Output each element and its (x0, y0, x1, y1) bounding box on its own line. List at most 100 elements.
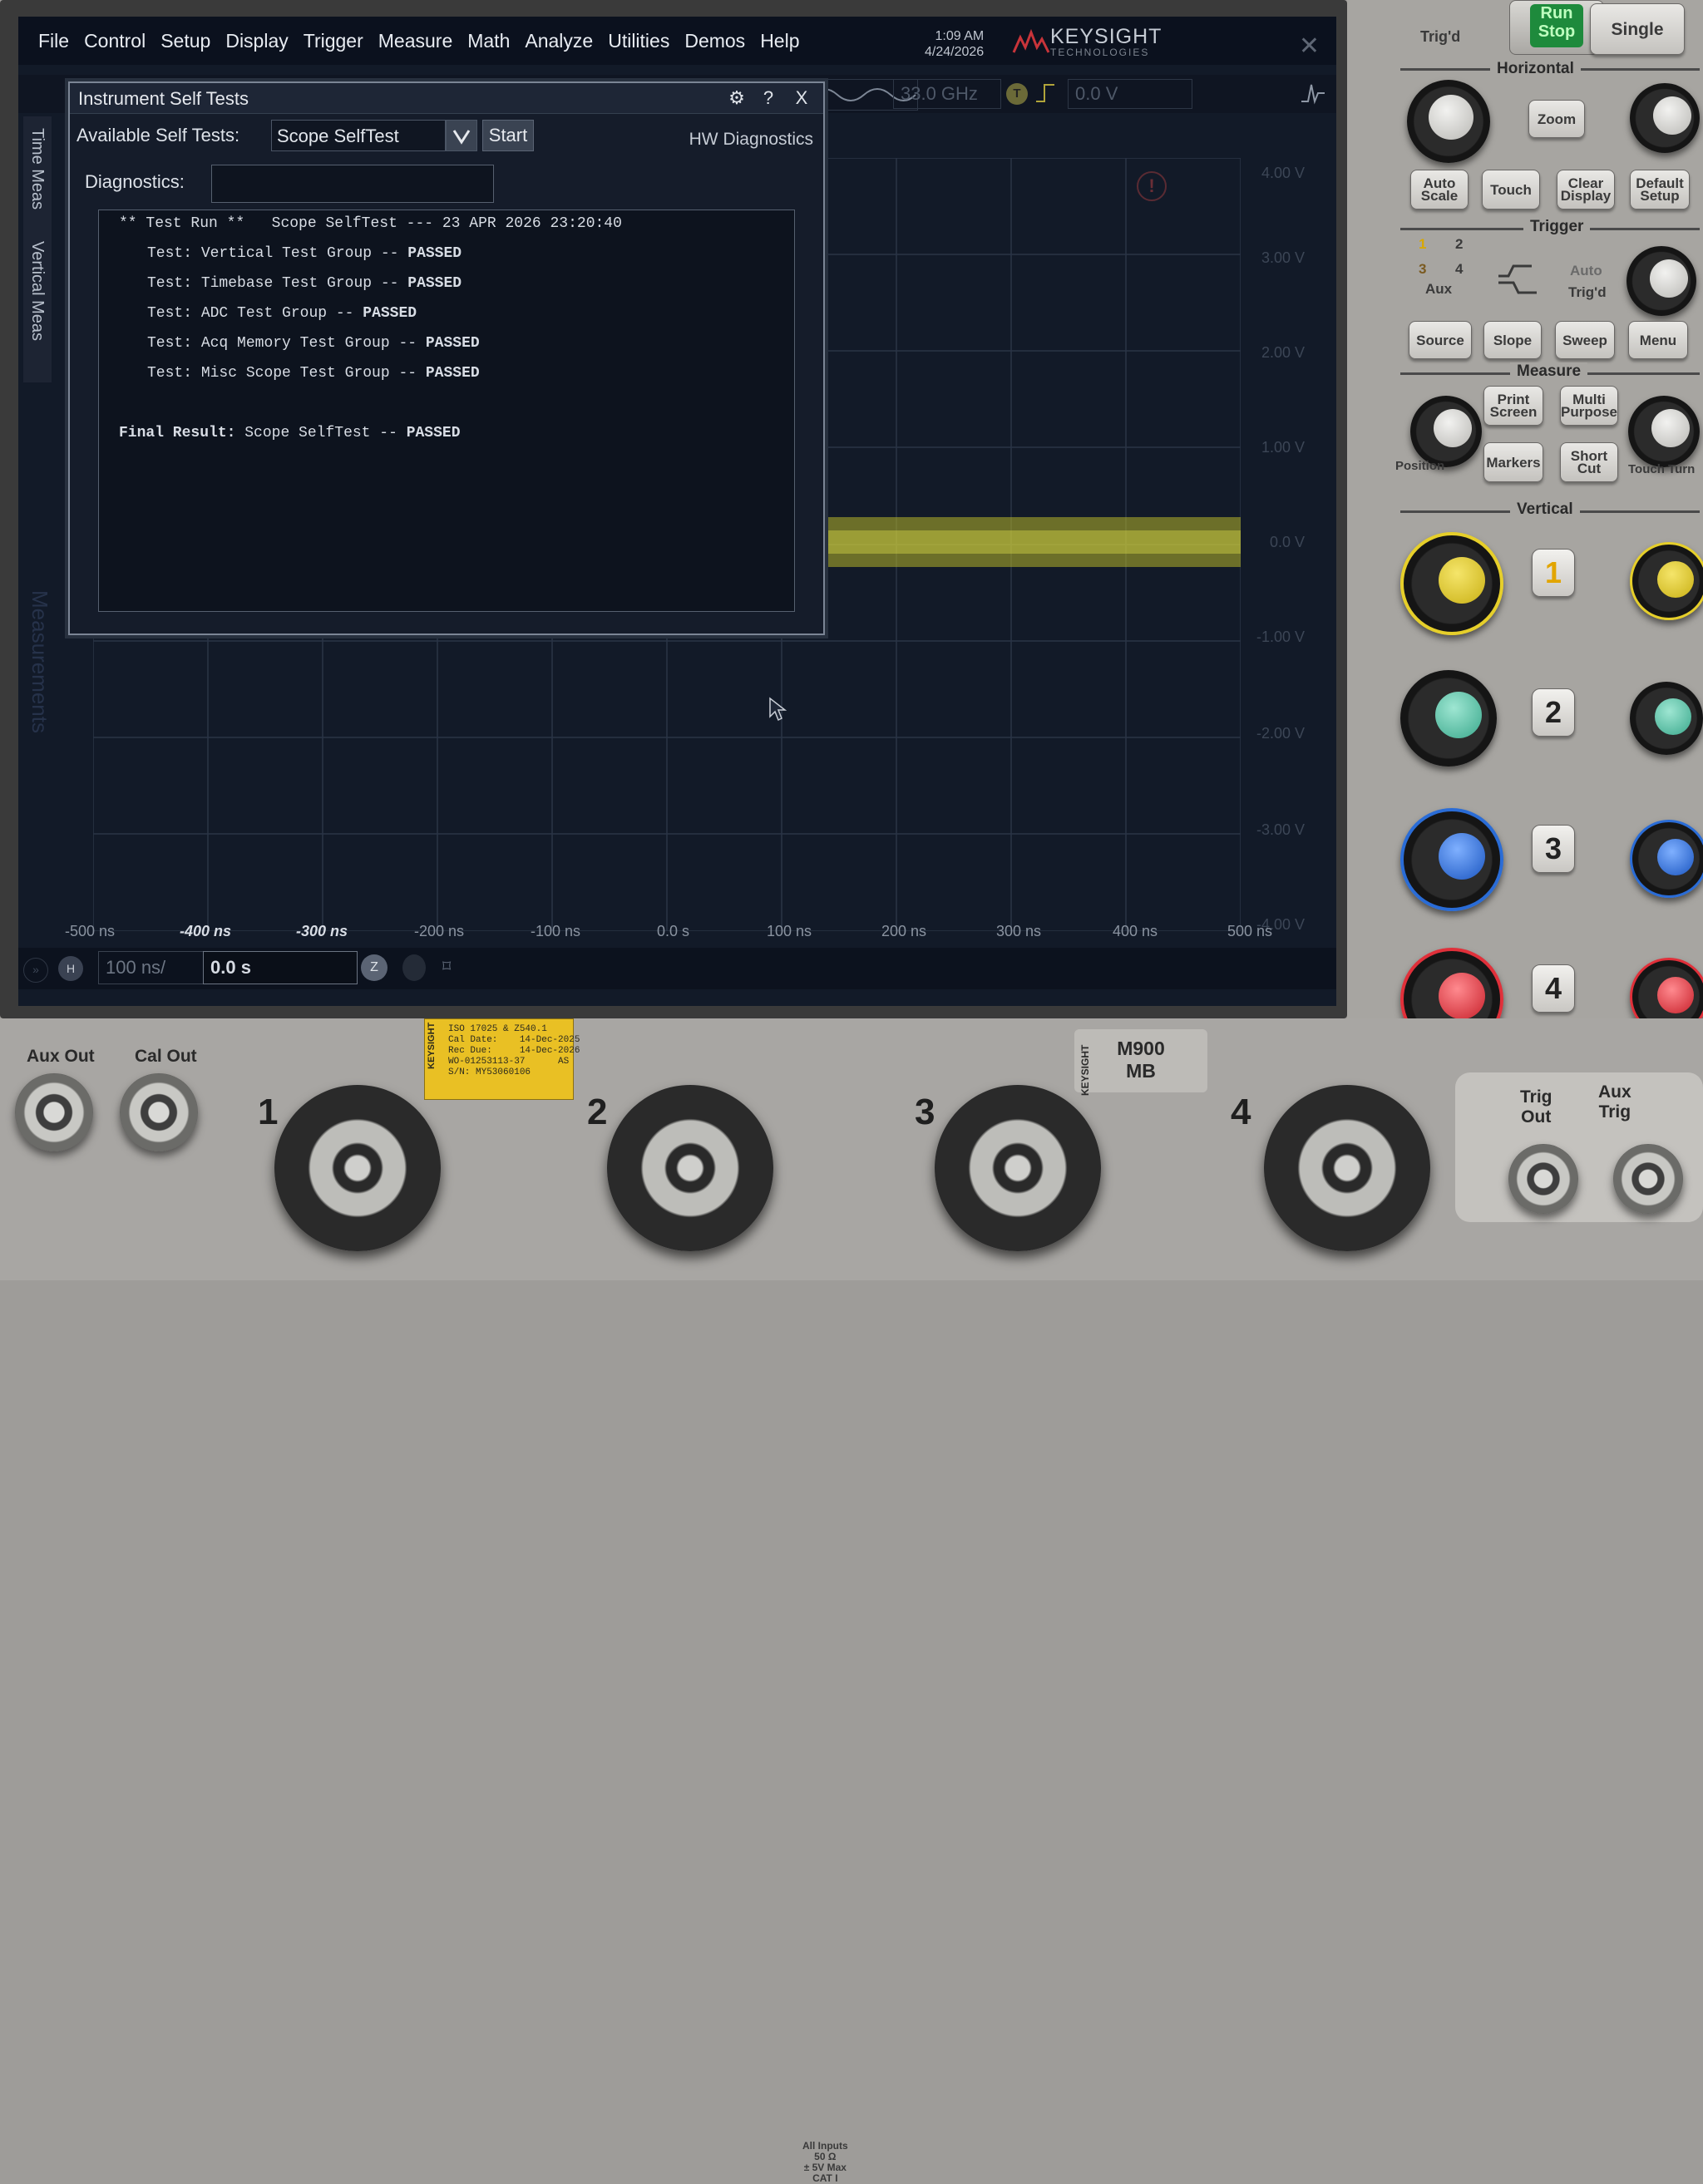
alert-icon[interactable]: ! (1137, 171, 1167, 201)
trig-out-connector[interactable] (1508, 1144, 1578, 1214)
diagnostics-label: Diagnostics: (85, 171, 185, 192)
channel-1-input-connector[interactable] (274, 1085, 441, 1251)
channel-3-input-label: 3 (915, 1092, 935, 1132)
touch-turn-knob[interactable] (1628, 396, 1700, 467)
clear-display-button[interactable]: Clear Display (1557, 170, 1615, 210)
knob-cap (1434, 409, 1472, 447)
source-button[interactable]: Source (1409, 321, 1472, 359)
channel-2-button[interactable]: 2 (1532, 688, 1575, 737)
self-test-select[interactable]: Scope SelfTest (271, 120, 446, 151)
time-position-field[interactable]: 0.0 s (203, 951, 358, 984)
position-knob[interactable] (1410, 396, 1482, 467)
measurements-tab[interactable]: Measurements (27, 590, 52, 733)
test-log: ** Test Run ** Scope SelfTest --- 23 APR… (98, 210, 795, 612)
log-header: ** Test Run ** Scope SelfTest --- 23 APR… (119, 215, 622, 232)
cal-out-connector[interactable] (120, 1073, 198, 1151)
channel-3-button[interactable]: 3 (1532, 825, 1575, 873)
channel-1-offset-knob[interactable] (1630, 542, 1703, 620)
y-label: -2.00 V (1256, 725, 1305, 742)
channel-3-offset-knob[interactable] (1630, 820, 1703, 898)
touch-button[interactable]: Touch (1482, 170, 1540, 210)
menu-file[interactable]: File (38, 30, 69, 52)
aux-trig-connector[interactable] (1613, 1144, 1683, 1214)
hw-diagnostics-link[interactable]: HW Diagnostics (689, 130, 813, 150)
close-icon[interactable]: ✕ (1299, 32, 1320, 61)
rising-edge-icon[interactable] (1034, 81, 1056, 105)
menu-utilities[interactable]: Utilities (608, 30, 669, 52)
menu-demos[interactable]: Demos (684, 30, 745, 52)
menu-measure[interactable]: Measure (378, 30, 452, 52)
aux-out-connector[interactable] (15, 1073, 93, 1151)
slope-button[interactable]: Slope (1483, 321, 1542, 359)
start-button[interactable]: Start (482, 120, 534, 151)
channel-2-offset-knob[interactable] (1630, 682, 1703, 755)
aux-label: Aux (1425, 281, 1453, 297)
chevron-down-icon[interactable] (446, 120, 477, 151)
front-panel: Trig'd Run Stop Single Horizontal Zoom A… (1347, 0, 1703, 1072)
x-label: -100 ns (531, 923, 581, 939)
tab-vertical-meas[interactable]: Vertical Meas (27, 241, 47, 341)
x-label: -200 ns (414, 923, 465, 939)
close-button[interactable]: X (790, 87, 813, 109)
x-label: -300 ns (296, 923, 348, 939)
horizontal-position-knob[interactable] (1630, 83, 1700, 153)
menu-setup[interactable]: Setup (160, 30, 210, 52)
trigger-level-readout[interactable]: 0.0 V (1068, 79, 1192, 109)
zoom-icon[interactable]: Z (361, 954, 387, 981)
markers-button[interactable]: Markers (1483, 442, 1543, 482)
y-label: -3.00 V (1256, 821, 1305, 838)
menu-button[interactable]: Menu (1628, 321, 1688, 359)
brand-sub: TECHNOLOGIES (1050, 47, 1150, 58)
print-screen-button[interactable]: Print Screen (1483, 386, 1543, 426)
trigger-edge-icon (1498, 264, 1537, 294)
dialog-titlebar: Instrument Self Tests ⚙ ? X (70, 83, 823, 114)
help-button[interactable]: ? (757, 87, 780, 109)
multi-purpose-button[interactable]: Multi Purpose (1560, 386, 1618, 426)
x-label: 200 ns (881, 923, 927, 939)
cal-out-label: Cal Out (135, 1047, 197, 1066)
single-button[interactable]: Single (1590, 3, 1685, 55)
horizontal-scale-knob[interactable] (1407, 80, 1490, 163)
menu-display[interactable]: Display (225, 30, 288, 52)
bandwidth-readout[interactable]: 33.0 GHz (893, 79, 1001, 109)
menu-trigger[interactable]: Trigger (304, 30, 363, 52)
time-scale-field[interactable]: 100 ns/ (98, 951, 205, 984)
diagnostics-field[interactable] (211, 165, 494, 203)
horizontal-bar: » H 100 ns/ 0.0 s Z ⌑ (18, 948, 1336, 989)
channel-3-scale-knob[interactable] (1400, 808, 1503, 911)
channel-2-input-connector[interactable] (607, 1085, 773, 1251)
trigger-level-knob[interactable] (1626, 246, 1696, 316)
channel-1-scale-knob[interactable] (1400, 532, 1503, 635)
dialog-title: Instrument Self Tests (78, 88, 249, 109)
knob-cap (1435, 692, 1482, 738)
pulse-icon[interactable] (1300, 80, 1326, 106)
zoom-button[interactable]: Zoom (1528, 100, 1585, 138)
channel-4-input-connector[interactable] (1264, 1085, 1430, 1251)
menu-analyze[interactable]: Analyze (525, 30, 593, 52)
channel-3-input-connector[interactable] (935, 1085, 1101, 1251)
menu-control[interactable]: Control (84, 30, 146, 52)
menu-help[interactable]: Help (760, 30, 799, 52)
auto-label: Auto (1570, 263, 1602, 279)
channel-4-button[interactable]: 4 (1532, 964, 1575, 1013)
vertical-header: Vertical (1510, 500, 1580, 519)
gear-icon[interactable]: ⚙ (725, 87, 748, 109)
log-line: Test: Vertical Test Group -- PASSED (147, 245, 462, 262)
expand-arrow-icon[interactable]: » (23, 958, 48, 983)
trigger-badge[interactable]: T (1006, 83, 1028, 105)
menu-math[interactable]: Math (467, 30, 510, 52)
pin-icon[interactable]: ⌑ (442, 956, 451, 977)
channel-2-scale-knob[interactable] (1400, 670, 1497, 767)
clock-date: 4/24/2026 (925, 45, 985, 59)
horizontal-badge[interactable]: H (58, 956, 83, 981)
short-cut-button[interactable]: Short Cut (1560, 442, 1618, 482)
channel-1-button[interactable]: 1 (1532, 549, 1575, 597)
tab-time-meas[interactable]: Time Meas (27, 128, 47, 210)
auto-scale-button[interactable]: Auto Scale (1410, 170, 1469, 210)
default-setup-button[interactable]: Default Setup (1630, 170, 1690, 210)
lock-icon[interactable] (402, 954, 426, 981)
y-label: 4.00 V (1261, 165, 1305, 181)
sweep-button[interactable]: Sweep (1555, 321, 1615, 359)
x-label: 0.0 s (657, 923, 690, 939)
model-badge: M900 MB (1074, 1029, 1207, 1092)
